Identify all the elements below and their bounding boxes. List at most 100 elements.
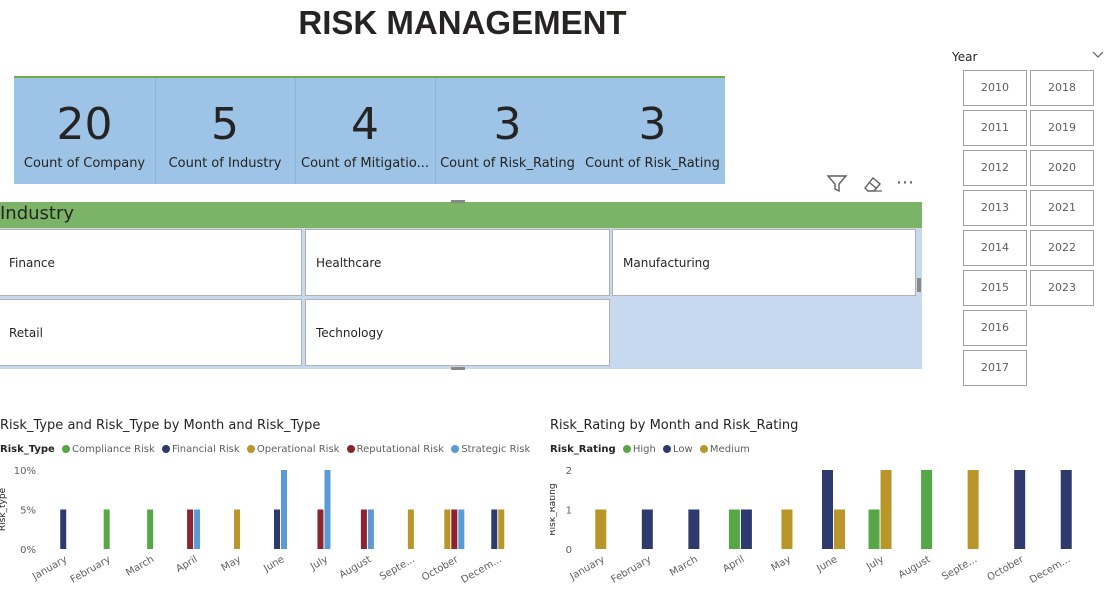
x-tick-label: Septe... — [378, 554, 417, 583]
y-axis-label: Risk_type — [0, 487, 8, 531]
x-tick-label: March — [124, 554, 156, 579]
bar[interactable] — [317, 509, 324, 550]
bar[interactable] — [360, 509, 367, 550]
year-option[interactable]: 2015 — [963, 270, 1027, 306]
page-title: RISK MANAGEMENT — [298, 4, 627, 41]
bar[interactable] — [880, 470, 892, 549]
year-option[interactable]: 2013 — [963, 190, 1027, 226]
y-tick-label: 0% — [20, 545, 36, 556]
year-option[interactable]: 2017 — [963, 350, 1027, 386]
bar[interactable] — [834, 509, 845, 550]
kpi-card-industry[interactable]: 5 Count of Industry — [155, 78, 295, 184]
resize-handle[interactable] — [451, 200, 465, 203]
y-tick-label: 10% — [14, 466, 36, 477]
x-tick-label: February — [69, 554, 113, 586]
year-option[interactable]: 2023 — [1030, 270, 1094, 306]
bar[interactable] — [451, 509, 458, 550]
industry-tile[interactable]: Manufacturing — [612, 229, 916, 296]
bar[interactable] — [1014, 470, 1026, 549]
bar[interactable] — [595, 509, 607, 550]
kpi-card-mitigation[interactable]: 4 Count of Mitigatio... — [295, 78, 435, 184]
industry-tile[interactable]: Finance — [0, 229, 302, 296]
bar[interactable] — [407, 509, 414, 550]
year-option[interactable]: 2019 — [1030, 110, 1094, 146]
more-options-icon[interactable]: ⋯ — [896, 172, 915, 193]
bar[interactable] — [491, 509, 498, 550]
x-tick-label: March — [668, 554, 700, 579]
x-tick-label: October — [986, 554, 1027, 584]
bar[interactable] — [324, 470, 331, 549]
filter-icon[interactable] — [826, 174, 848, 199]
x-tick-label: June — [814, 554, 839, 575]
bar[interactable] — [688, 509, 700, 550]
kpi-label: Count of Risk_Rating — [440, 156, 575, 171]
bar[interactable] — [147, 509, 154, 550]
chart-plot: 0% 5% 10% Risk_type January February March Apri… — [0, 466, 505, 586]
y-tick-label: 2 — [566, 466, 572, 477]
kpi-card-risk-rating[interactable]: 3 Count of Risk_Rating — [435, 78, 580, 184]
x-tick-label: January — [30, 554, 69, 583]
bar[interactable] — [60, 509, 67, 550]
bar[interactable] — [822, 470, 833, 549]
year-option[interactable]: 2021 — [1030, 190, 1094, 226]
year-option[interactable]: 2012 — [963, 150, 1027, 186]
bar[interactable] — [444, 509, 451, 550]
year-option[interactable]: 2020 — [1030, 150, 1094, 186]
bar[interactable] — [868, 509, 880, 550]
industry-tile[interactable]: Retail — [0, 299, 302, 366]
y-tick-label: 5% — [20, 506, 36, 517]
resize-handle[interactable] — [451, 367, 465, 370]
bar[interactable] — [194, 509, 201, 550]
x-tick-label: October — [420, 554, 461, 584]
bar[interactable] — [728, 509, 740, 550]
bar[interactable] — [367, 509, 374, 550]
eraser-icon[interactable] — [862, 174, 884, 199]
year-option[interactable]: 2014 — [963, 230, 1027, 266]
bar[interactable] — [1060, 470, 1072, 549]
bar[interactable] — [274, 509, 280, 550]
x-tick-label: Decem... — [1028, 554, 1072, 586]
bar[interactable] — [781, 509, 793, 550]
bar[interactable] — [921, 470, 933, 549]
bar[interactable] — [234, 509, 241, 550]
risk-rating-chart[interactable]: Risk_Rating by Month and Risk_Rating Ris… — [550, 418, 1105, 598]
industry-tile-label: Retail — [9, 326, 43, 340]
bar[interactable] — [641, 509, 653, 550]
kpi-card-risk-rating-2[interactable]: 3 Count of Risk_Rating — [580, 78, 725, 184]
x-tick-label: May — [220, 554, 243, 574]
x-tick-label: April — [721, 554, 746, 575]
bar[interactable] — [967, 470, 979, 549]
bar[interactable] — [187, 509, 194, 550]
kpi-value: 3 — [638, 99, 667, 150]
industry-tile-label: Manufacturing — [623, 256, 710, 270]
x-tick-label: July — [864, 554, 886, 573]
year-option[interactable]: 2022 — [1030, 230, 1094, 266]
kpi-label: Count of Company — [23, 156, 146, 171]
x-tick-label: August — [338, 554, 374, 581]
x-tick-label: January — [568, 554, 607, 583]
x-tick-label: April — [174, 554, 199, 575]
bar[interactable] — [498, 509, 505, 550]
chevron-down-icon[interactable] — [1092, 48, 1104, 62]
bar[interactable] — [740, 509, 752, 550]
y-tick-label: 0 — [566, 545, 572, 556]
kpi-label: Count of Mitigatio... — [301, 156, 429, 171]
bar[interactable] — [458, 509, 465, 550]
industry-tile-label: Technology — [316, 326, 384, 340]
industry-slicer: Industry Finance Healthcare Manufacturin… — [0, 200, 922, 370]
bar[interactable] — [103, 509, 110, 550]
kpi-card-company[interactable]: 20 Count of Company — [14, 78, 155, 184]
risk-type-chart[interactable]: Risk_Type and Risk_Type by Month and Ris… — [0, 418, 530, 598]
year-option[interactable]: 2011 — [963, 110, 1027, 146]
industry-tile[interactable]: Healthcare — [305, 229, 610, 296]
year-option[interactable]: 2010 — [963, 70, 1027, 106]
kpi-value: 5 — [211, 99, 239, 150]
bar[interactable] — [281, 470, 287, 549]
industry-tile-label: Healthcare — [316, 256, 382, 270]
industry-header-label: Industry — [0, 203, 75, 224]
industry-tile[interactable]: Technology — [305, 299, 610, 366]
year-option[interactable]: 2016 — [963, 310, 1027, 346]
year-option[interactable]: 2018 — [1030, 70, 1094, 106]
resize-handle[interactable] — [917, 278, 921, 292]
x-tick-label: August — [897, 554, 933, 581]
